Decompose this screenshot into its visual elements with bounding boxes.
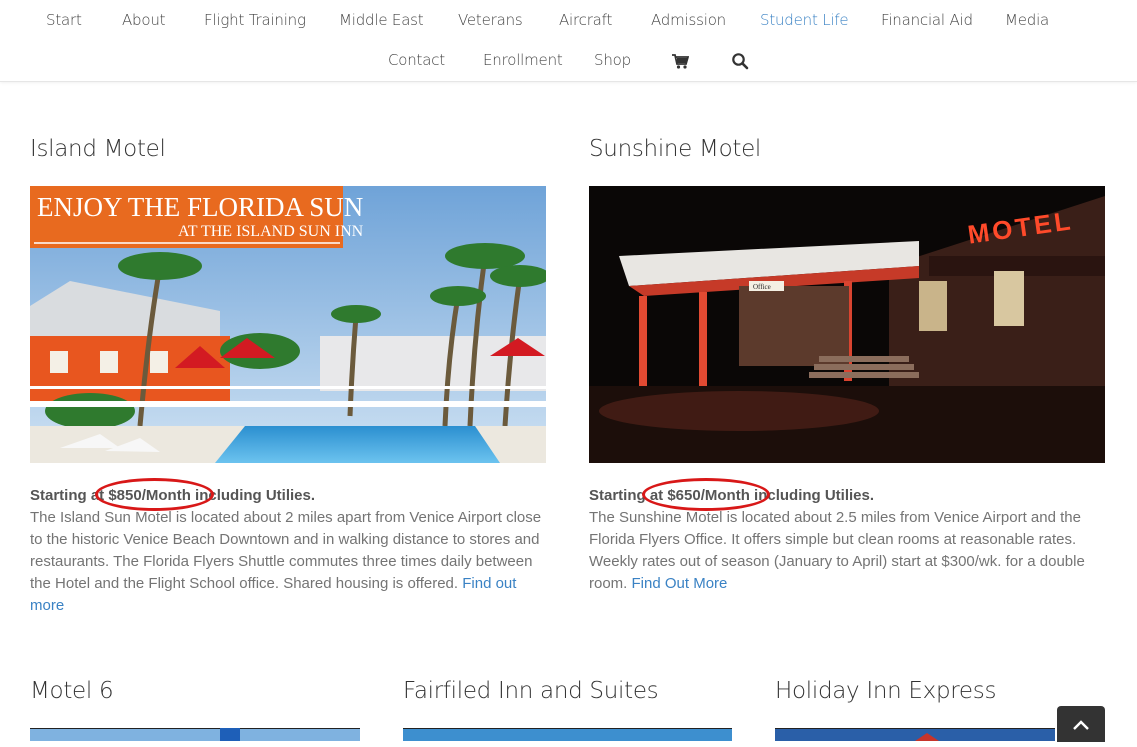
nav-item-middle-east[interactable]: Middle East bbox=[339, 11, 424, 29]
nav-item-contact[interactable]: Contact bbox=[388, 51, 445, 69]
island-description: The Island Sun Motel is located about 2 … bbox=[30, 507, 548, 617]
nav-item-start[interactable]: Start bbox=[46, 11, 82, 29]
nav-item-about[interactable]: About bbox=[122, 11, 166, 29]
motel-title-island: Island Motel bbox=[30, 136, 166, 162]
holiday-inn-photo bbox=[775, 728, 1055, 741]
nav-item-aircraft[interactable]: Aircraft bbox=[559, 11, 612, 29]
nav-row-primary: Start About Flight Training Middle East … bbox=[0, 0, 1137, 40]
top-navigation: Start About Flight Training Middle East … bbox=[0, 0, 1137, 82]
sunshine-description: The Sunshine Motel is located about 2.5 … bbox=[589, 507, 1107, 595]
motel-title-fairfield: Fairfiled Inn and Suites bbox=[403, 678, 659, 704]
motel-title-holiday-inn: Holiday Inn Express bbox=[775, 678, 997, 704]
nav-item-flight-training[interactable]: Flight Training bbox=[204, 11, 306, 29]
nav-item-admission[interactable]: Admission bbox=[651, 11, 726, 29]
motel-title-sunshine: Sunshine Motel bbox=[589, 136, 762, 162]
sunshine-motel-photo: Office MOTEL bbox=[589, 186, 1105, 463]
nav-item-shop[interactable]: Shop bbox=[594, 51, 631, 69]
office-sign: Office bbox=[753, 283, 771, 291]
cart-icon[interactable] bbox=[671, 52, 690, 70]
nav-item-student-life[interactable]: Student Life bbox=[760, 11, 849, 29]
nav-item-enrollment[interactable]: Enrollment bbox=[483, 51, 563, 69]
chevron-up-icon bbox=[1073, 720, 1089, 730]
find-out-more-link[interactable]: Find Out More bbox=[632, 575, 728, 592]
island-banner-line1: ENJOY THE FLORIDA SUN bbox=[37, 192, 363, 222]
motel6-photo bbox=[30, 728, 360, 741]
island-motel-photo: ENJOY THE FLORIDA SUN AT THE ISLAND SUN … bbox=[30, 186, 546, 463]
island-banner-line2: AT THE ISLAND SUN INN bbox=[178, 223, 364, 240]
nav-item-financial-aid[interactable]: Financial Aid bbox=[881, 11, 973, 29]
motel-title-motel6: Motel 6 bbox=[30, 678, 114, 704]
back-to-top-button[interactable] bbox=[1057, 706, 1105, 742]
fairfield-photo bbox=[403, 728, 732, 741]
nav-row-secondary: Contact Enrollment Shop bbox=[0, 40, 1137, 80]
nav-item-veterans[interactable]: Veterans bbox=[458, 11, 523, 29]
search-icon[interactable] bbox=[731, 52, 749, 70]
nav-item-media[interactable]: Media bbox=[1005, 11, 1049, 29]
